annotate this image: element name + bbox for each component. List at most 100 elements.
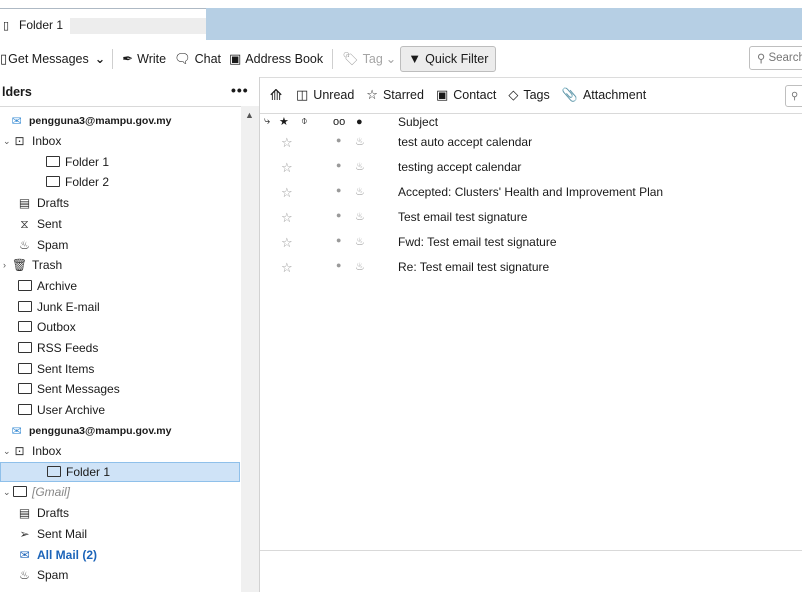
main-toolbar: ▯ Get Messages ⌄ ✒ Write 🗨 Chat ▣ Addres… [0,40,802,78]
filter-unread-button[interactable]: ◫ Unread [290,87,360,103]
folder-item[interactable]: ♨ Spam [0,235,240,255]
account-item[interactable]: ✉ pengguna3@mampu.gov.my [0,421,248,441]
filter-attachment-button[interactable]: 📎 Attachment [556,87,652,103]
folder-item[interactable]: ⌄ ⊡ Inbox [0,441,240,461]
preview-divider[interactable] [260,550,802,551]
junk-status-icon[interactable]: ♨ [355,260,365,273]
twisty-icon[interactable]: ⌄ [3,487,11,498]
folder-item[interactable]: Folder 1 [0,462,240,482]
pen-icon: ✒ [122,50,134,66]
message-row[interactable]: ☆ ● ♨ Test email test signature [260,205,802,230]
folder-item[interactable]: ♨ Spam [0,565,240,585]
folder-scrollbar[interactable]: ▲ [241,106,259,592]
filter-tags-button[interactable]: ◇ Tags [502,87,555,103]
write-button[interactable]: ✒ Write [118,46,170,72]
folder-label: Trash [32,258,63,272]
tag-button[interactable]: 🏷 Tag ⌄ [338,46,400,72]
junk-status-icon[interactable]: ♨ [355,135,365,148]
thread-column-icon[interactable]: ⤷ [264,115,270,128]
folder-label: All Mail (2) [37,548,98,562]
read-status-icon[interactable]: ● [336,135,341,145]
message-subject: Fwd: Test email test signature [398,235,557,249]
inbox-icon: ⊡ [14,134,25,148]
filter-search-input[interactable]: ⚲ [785,85,802,107]
star-icon[interactable]: ☆ [281,260,293,276]
folder-item[interactable]: Sent Messages [0,379,240,399]
junk-column-icon[interactable]: ● [356,116,363,128]
read-status-icon[interactable]: ● [336,185,341,195]
download-icon: ▯ [0,50,8,66]
message-subject: Accepted: Clusters' Health and Improveme… [398,185,664,199]
twisty-icon[interactable]: ⌄ [3,136,11,147]
folder-label: RSS Feeds [37,341,99,355]
attachment-column-icon[interactable]: ⌽ [301,115,308,128]
junk-status-icon[interactable]: ♨ [355,235,365,248]
junk-status-icon[interactable]: ♨ [355,185,365,198]
folder-item[interactable]: Junk E-mail [0,297,240,317]
tag-icon: ◇ [508,87,519,102]
folder-item[interactable]: User Archive [0,400,240,420]
folder-item[interactable]: RSS Feeds [0,338,240,358]
message-row[interactable]: ☆ ● ♨ Fwd: Test email test signature [260,230,802,255]
account-item[interactable]: ✉ pengguna3@mampu.gov.my [0,111,248,131]
junk-status-icon[interactable]: ♨ [355,210,365,223]
folder-item[interactable]: Folder 1 [0,152,240,172]
trash-icon: 🗑 [11,258,28,272]
more-options-icon[interactable]: ••• [231,82,249,98]
folder-item[interactable]: ▤ Drafts [0,193,240,213]
folder-label: Spam [37,568,69,582]
folder-item[interactable]: ⌄ ⊡ Inbox [0,131,240,151]
folder-item[interactable]: Outbox [0,317,240,337]
message-row[interactable]: ☆ ● ♨ testing accept calendar [260,155,802,180]
chat-label: Chat [194,51,221,66]
toolbar-separator [112,48,114,69]
star-icon[interactable]: ☆ [281,135,293,151]
message-pane: ⟰ ◫ Unread ☆ Starred ▣ Contact ◇ Tags 📎 … [260,77,802,592]
folder-item[interactable]: Folder 2 [0,172,240,192]
twisty-icon[interactable]: › [3,260,11,270]
junk-status-icon[interactable]: ♨ [355,160,365,173]
sent-mail-icon: ➢ [19,527,30,541]
folder-item[interactable]: ⌄ [Gmail] [0,482,240,502]
folder-item[interactable]: ⧖ Sent [0,214,240,234]
star-icon[interactable]: ☆ [281,160,293,176]
filter-starred-button[interactable]: ☆ Starred [360,87,430,103]
global-search-input[interactable]: ⚲ Search [749,46,802,70]
address-book-button[interactable]: ▣ Address Book [225,46,327,72]
folder-icon [16,341,33,355]
tab-folder[interactable]: ▯ Folder 1 [0,8,206,41]
read-status-column-icon[interactable]: oo [333,116,345,128]
folder-item[interactable]: ➢ Sent Mail [0,524,240,544]
get-messages-dropdown[interactable]: ⌄ [93,46,107,72]
folder-label: Sent Mail [37,527,88,541]
twisty-icon[interactable]: ⌄ [3,446,11,457]
unread-label: Unread [313,88,355,102]
star-icon[interactable]: ☆ [281,185,293,201]
star-icon[interactable]: ☆ [281,235,293,251]
folder-item[interactable]: ✉ All Mail (2) [0,545,240,565]
message-row[interactable]: ☆ ● ♨ Accepted: Clusters' Health and Improv… [260,180,802,205]
read-status-icon[interactable]: ● [336,235,341,245]
message-row[interactable]: ☆ ● ♨ Re: Test email test signature [260,255,802,280]
filter-contact-button[interactable]: ▣ Contact [430,87,502,103]
quick-filter-button[interactable]: ▼ Quick Filter [400,45,497,72]
star-column-icon[interactable]: ★ [279,115,289,128]
folder-label: Archive [37,279,78,293]
read-status-icon[interactable]: ● [336,160,341,170]
folder-item[interactable]: Archive [0,276,240,296]
search-placeholder: Search [768,52,802,64]
spam-icon: ♨ [19,568,30,582]
sticky-pin-icon[interactable]: ⟰ [262,86,290,104]
read-status-icon[interactable]: ● [336,210,341,220]
chat-button[interactable]: 🗨 Chat [170,46,225,72]
read-status-icon[interactable]: ● [336,260,341,270]
folder-item[interactable]: › 🗑 Trash [0,255,240,275]
folder-item[interactable]: ▤ Drafts [0,503,240,523]
message-subject: test auto accept calendar [398,135,533,149]
star-icon[interactable]: ☆ [281,210,293,226]
get-messages-button[interactable]: ▯ Get Messages [0,46,93,72]
folder-shape [17,342,32,353]
subject-column-header[interactable]: Subject [398,115,438,129]
message-row[interactable]: ☆ ● ♨ test auto accept calendar [260,130,802,155]
folder-item[interactable]: Sent Items [0,359,240,379]
